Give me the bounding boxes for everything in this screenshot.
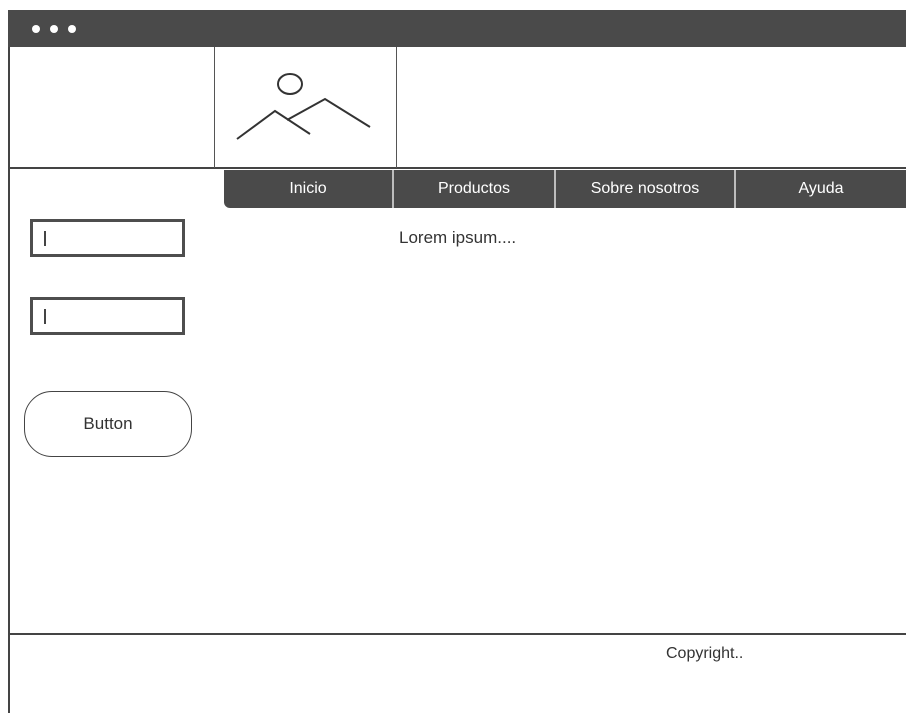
copyright-text: Copyright.. bbox=[666, 645, 744, 662]
nav-item-sobre-nosotros[interactable]: Sobre nosotros bbox=[556, 170, 734, 208]
text-cursor bbox=[44, 309, 46, 324]
text-cursor bbox=[44, 231, 46, 246]
page-header bbox=[8, 47, 906, 169]
image-placeholder-icon bbox=[236, 73, 371, 140]
window-dot-icon[interactable] bbox=[68, 25, 76, 33]
nav-item-ayuda[interactable]: Ayuda bbox=[736, 170, 906, 208]
nav-bar: Inicio Productos Sobre nosotros Ayuda bbox=[224, 170, 906, 208]
submit-button[interactable]: Button bbox=[24, 391, 192, 457]
window-dot-icon[interactable] bbox=[32, 25, 40, 33]
window-dot-icon[interactable] bbox=[50, 25, 58, 33]
nav-item-productos[interactable]: Productos bbox=[394, 170, 554, 208]
text-input-2[interactable] bbox=[30, 297, 185, 335]
content-text: Lorem ipsum.... bbox=[399, 228, 517, 247]
logo-placeholder bbox=[214, 47, 397, 168]
title-bar bbox=[8, 10, 906, 47]
page-footer bbox=[8, 633, 906, 713]
nav-item-inicio[interactable]: Inicio bbox=[224, 170, 392, 208]
text-input-1[interactable] bbox=[30, 219, 185, 257]
